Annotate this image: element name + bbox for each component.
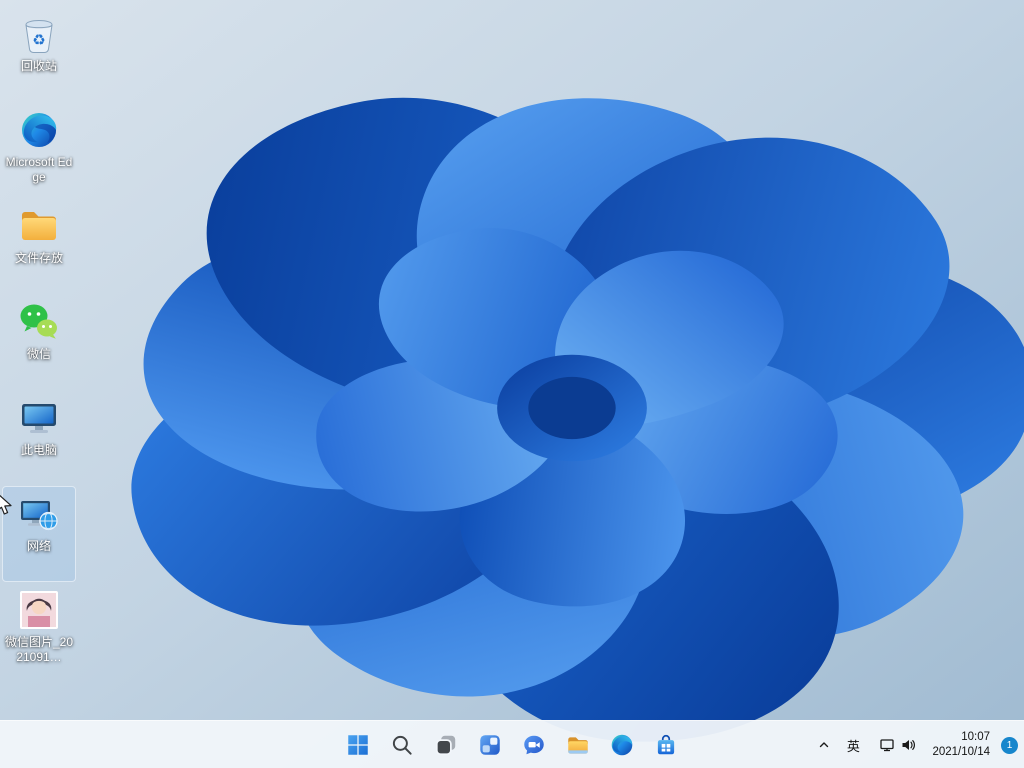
- windows-start-icon: [345, 732, 371, 758]
- network-status-icon: [879, 737, 895, 753]
- start-button[interactable]: [338, 725, 378, 765]
- network-volume-button[interactable]: [868, 725, 926, 765]
- chat-icon: [521, 732, 547, 758]
- widgets-button[interactable]: [470, 725, 510, 765]
- desktop-icons: ♻ 回收站 Microsoft Edge 文件存放: [2, 6, 76, 678]
- taskbar-center: [338, 721, 686, 768]
- desktop-icon-wechat-image[interactable]: 微信图片_2021091…: [2, 582, 76, 678]
- computer-icon: [17, 396, 61, 440]
- desktop-icon-label: 此电脑: [21, 443, 57, 458]
- image-thumbnail-icon: [17, 588, 61, 632]
- desktop-icon-this-pc[interactable]: 此电脑: [2, 390, 76, 486]
- store-icon: [653, 732, 679, 758]
- task-view-icon: [433, 732, 459, 758]
- desktop-icon-network[interactable]: 网络: [2, 486, 76, 582]
- desktop-icon-label: 文件存放: [15, 251, 63, 266]
- taskbar: 英 10:07 2021/10/14 1: [0, 720, 1024, 768]
- recycle-bin-icon: ♻: [17, 12, 61, 56]
- widgets-icon: [477, 732, 503, 758]
- desktop-icon-label: 微信图片_2021091…: [3, 635, 75, 666]
- chevron-up-icon: [817, 738, 831, 752]
- edge-browser-button[interactable]: [602, 725, 642, 765]
- search-icon: [389, 732, 415, 758]
- desktop-icon-microsoft-edge[interactable]: Microsoft Edge: [2, 102, 76, 198]
- desktop-icon-file-folder[interactable]: 文件存放: [2, 198, 76, 294]
- file-explorer-button[interactable]: [558, 725, 598, 765]
- folder-icon: [17, 204, 61, 248]
- store-button[interactable]: [646, 725, 686, 765]
- desktop-icon-recycle-bin[interactable]: ♻ 回收站: [2, 6, 76, 102]
- wallpaper-bloom: [0, 0, 1024, 768]
- desktop-icon-wechat[interactable]: 微信: [2, 294, 76, 390]
- clock-date: 2021/10/14: [932, 745, 990, 760]
- edge-icon: [609, 732, 635, 758]
- notification-badge[interactable]: 1: [1001, 737, 1018, 754]
- edge-icon: [17, 108, 61, 152]
- search-button[interactable]: [382, 725, 422, 765]
- volume-icon: [900, 737, 916, 753]
- task-view-button[interactable]: [426, 725, 466, 765]
- wechat-icon: [17, 300, 61, 344]
- system-tray: 英 10:07 2021/10/14 1: [810, 721, 1022, 768]
- svg-text:♻: ♻: [32, 32, 45, 49]
- folder-icon: [565, 732, 591, 758]
- chat-button[interactable]: [514, 725, 554, 765]
- clock-time: 10:07: [961, 730, 990, 745]
- network-icon: [17, 492, 61, 536]
- clock-button[interactable]: 10:07 2021/10/14: [926, 725, 999, 765]
- windows-desktop: ♻ 回收站 Microsoft Edge 文件存放: [0, 0, 1024, 768]
- desktop-icon-label: Microsoft Edge: [3, 155, 75, 186]
- desktop-icon-label: 网络: [27, 539, 51, 554]
- desktop-icon-label: 微信: [27, 347, 51, 362]
- desktop-icon-label: 回收站: [21, 59, 57, 74]
- ime-indicator[interactable]: 英: [838, 725, 868, 765]
- tray-overflow-button[interactable]: [810, 725, 838, 765]
